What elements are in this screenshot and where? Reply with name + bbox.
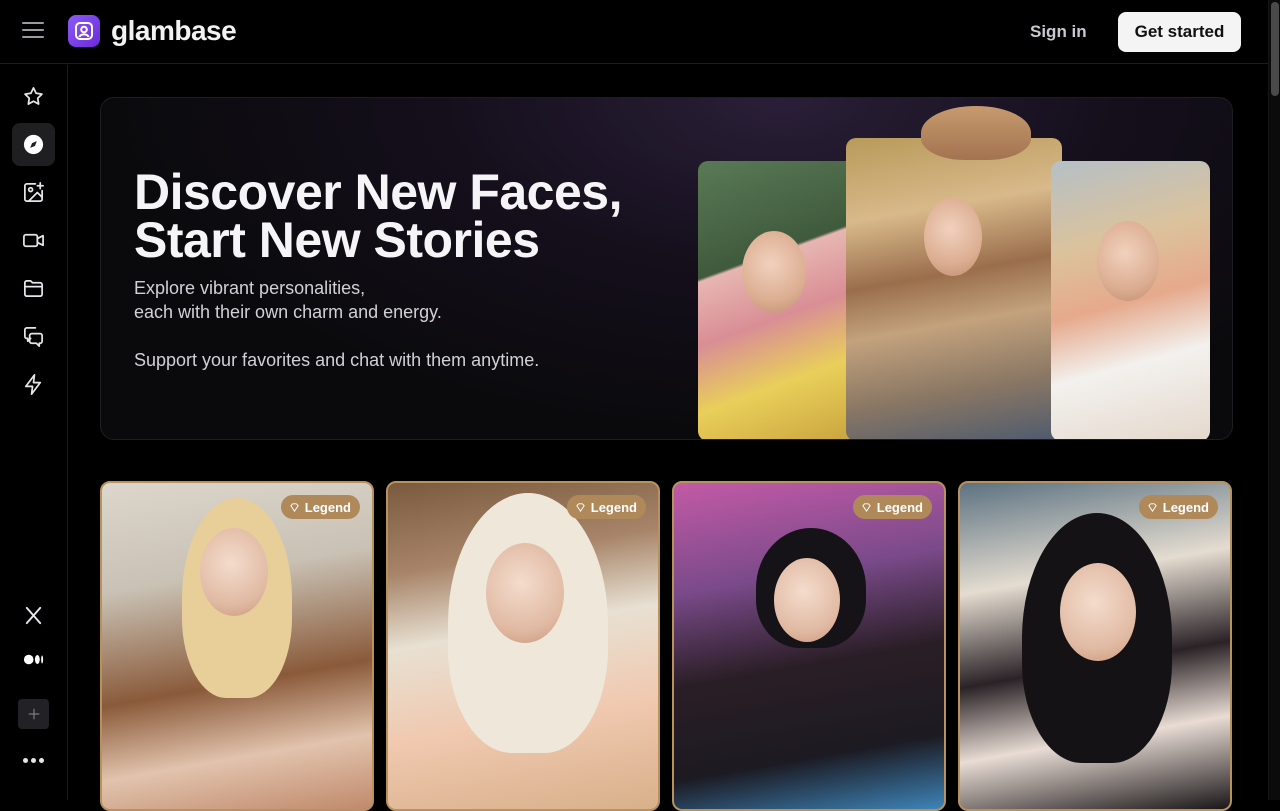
sidebar: [0, 65, 68, 800]
hero-subtitle-line2: each with their own charm and energy.: [134, 302, 442, 322]
hamburger-menu-icon[interactable]: [22, 22, 44, 42]
diamond-icon: [576, 502, 585, 512]
more-dots-icon[interactable]: [23, 758, 44, 763]
medium-logo-icon: [23, 654, 44, 665]
video-icon: [23, 233, 44, 248]
model-card[interactable]: Legend: [100, 481, 374, 811]
plus-icon: [28, 708, 39, 720]
legend-badge: Legend: [566, 495, 646, 519]
badge-label: Legend: [1162, 499, 1209, 515]
logo-mark-icon: [68, 15, 100, 47]
compass-icon: [23, 134, 44, 155]
image-sparkle-icon: [24, 182, 44, 202]
legend-badge: Legend: [852, 495, 932, 519]
sidebar-item-chat[interactable]: [12, 315, 55, 358]
hero-photo-right: [1051, 161, 1210, 439]
star-icon: [24, 87, 43, 105]
sidebar-item-collections[interactable]: [12, 267, 55, 310]
x-social-link[interactable]: [12, 594, 55, 637]
badge-label: Legend: [590, 499, 637, 515]
hero-title-line2: Start New Stories: [134, 212, 540, 268]
hero-hat-decoration: [921, 106, 1031, 160]
hero-subtitle-line1: Explore vibrant personalities,: [134, 278, 366, 298]
hero-subtitle-line3: Support your favorites and chat with the…: [134, 350, 540, 370]
sidebar-item-image-generator[interactable]: [12, 171, 55, 214]
sidebar-item-favorites[interactable]: [12, 75, 55, 118]
sidebar-item-video[interactable]: [12, 219, 55, 262]
get-started-button[interactable]: Get started: [1118, 12, 1241, 52]
hero-title: Discover New Faces, Start New Stories: [134, 164, 623, 268]
diamond-icon: [290, 502, 299, 512]
diamond-icon: [862, 502, 871, 512]
folder-icon: [24, 279, 43, 298]
x-logo-icon: [25, 606, 42, 625]
hero-photo-center: [846, 138, 1062, 439]
badge-label: Legend: [304, 499, 351, 515]
hero-title-line1: Discover New Faces,: [134, 164, 623, 220]
medium-social-link[interactable]: [12, 638, 55, 681]
model-card[interactable]: Legend: [386, 481, 660, 811]
model-card[interactable]: Legend: [672, 481, 946, 811]
legend-badge: Legend: [280, 495, 360, 519]
hero-photo-left: [698, 161, 858, 439]
hero-subtitle: Explore vibrant personalities, each with…: [134, 276, 442, 324]
sign-in-button[interactable]: Sign in: [1030, 18, 1087, 46]
model-card[interactable]: Legend: [958, 481, 1232, 811]
logo-text: glambase: [111, 15, 237, 46]
logo[interactable]: glambase: [68, 15, 237, 47]
sidebar-item-upgrade[interactable]: [12, 363, 55, 406]
top-header: glambase Sign in Get started: [0, 0, 1268, 64]
page-scrollbar[interactable]: [1268, 0, 1280, 800]
sidebar-item-explore[interactable]: [12, 123, 55, 166]
lightning-icon: [24, 374, 42, 395]
diamond-icon: [1148, 502, 1157, 512]
add-button[interactable]: [18, 699, 49, 729]
chat-icon: [24, 327, 43, 347]
scrollbar-thumb[interactable]: [1271, 2, 1279, 96]
badge-label: Legend: [876, 499, 923, 515]
legend-badge: Legend: [1138, 495, 1218, 519]
hero-banner: Discover New Faces, Start New Stories Ex…: [100, 97, 1233, 440]
